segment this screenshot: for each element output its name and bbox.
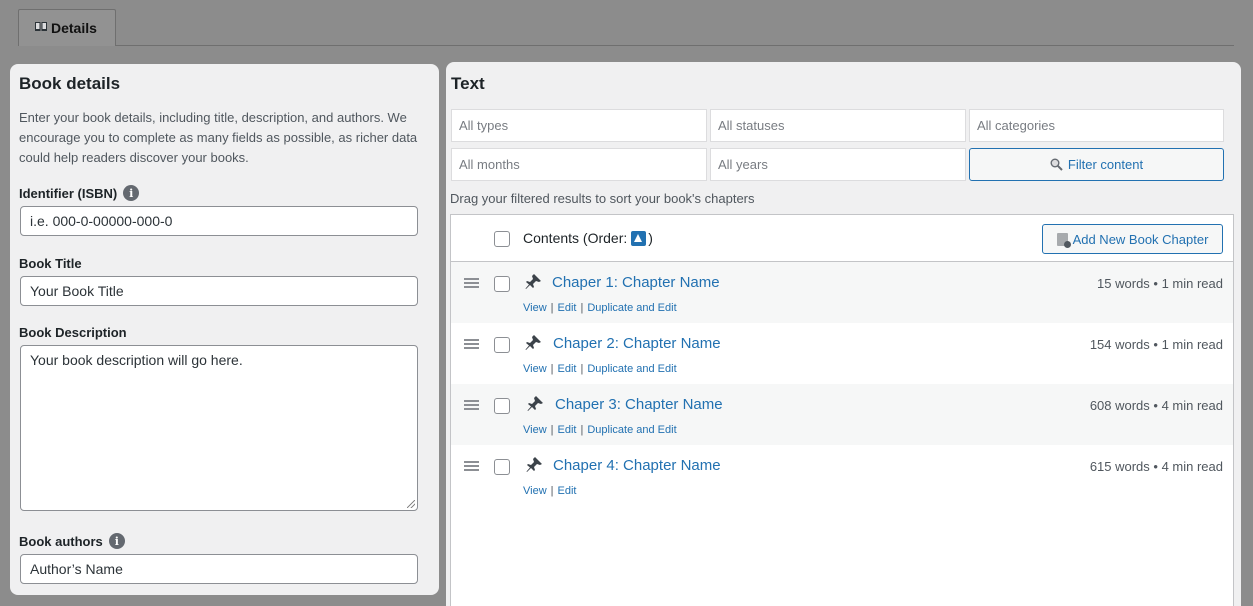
- list-header: Contents (Order: ) Add New Book Chapter: [451, 215, 1233, 262]
- book-description-label: Book Description: [19, 325, 127, 340]
- row-actions: View | Edit | Duplicate and Edit: [523, 302, 677, 314]
- duplicate-edit-link[interactable]: Duplicate and Edit: [587, 424, 676, 436]
- row-actions: View | Edit | Duplicate and Edit: [523, 363, 677, 375]
- edit-link[interactable]: Edit: [558, 363, 577, 375]
- book-title-input[interactable]: Your Book Title: [20, 276, 418, 306]
- select-all-checkbox[interactable]: [494, 231, 510, 247]
- book-details-intro: Enter your book details, including title…: [19, 110, 418, 165]
- table-row[interactable]: Chaper 4: Chapter Name View | Edit 615 wo…: [451, 445, 1233, 506]
- filter-categories-select[interactable]: All categories: [969, 109, 1224, 142]
- tab-details[interactable]: Details: [18, 9, 116, 46]
- pin-icon: [525, 335, 541, 350]
- drag-handle-icon[interactable]: [464, 278, 479, 289]
- book-authors-input[interactable]: Author’s Name: [20, 554, 418, 584]
- book-authors-label-text: Book authors: [19, 533, 103, 549]
- contents-header: Contents (Order: ): [523, 230, 653, 246]
- duplicate-edit-link[interactable]: Duplicate and Edit: [587, 363, 676, 375]
- drag-handle-icon[interactable]: [464, 461, 479, 472]
- chapter-title-link[interactable]: Chaper 4: Chapter Name: [553, 457, 721, 474]
- book-title-label: Book Title: [19, 256, 82, 271]
- info-icon[interactable]: i: [108, 533, 125, 549]
- search-icon: [1050, 158, 1063, 171]
- chapter-title-link[interactable]: Chaper 3: Chapter Name: [555, 396, 723, 413]
- separator: |: [550, 363, 554, 375]
- tab-bar: Details: [18, 9, 1234, 46]
- text-heading: Text: [451, 74, 485, 93]
- book-details-panel: Book details Enter your book details, in…: [10, 64, 439, 595]
- book-details-heading: Book details: [19, 74, 121, 93]
- separator: |: [550, 424, 554, 436]
- chapter-meta: 615 words • 4 min read: [1089, 459, 1223, 474]
- separator: |: [580, 363, 584, 375]
- contents-label-suffix: ): [648, 230, 653, 246]
- book-icon: [35, 21, 47, 31]
- table-row[interactable]: Chaper 2: Chapter Name View | Edit | Dupli…: [451, 323, 1233, 384]
- drag-hint: Drag your filtered results to sort your …: [450, 191, 755, 206]
- view-link[interactable]: View: [523, 424, 547, 436]
- isbn-label-text: Identifier (ISBN): [19, 185, 118, 201]
- filter-types-select[interactable]: All types: [451, 109, 707, 142]
- separator: |: [580, 302, 584, 314]
- table-row[interactable]: Chaper 1: Chapter Name View | Edit | Dupli…: [451, 262, 1233, 323]
- filter-months-select[interactable]: All months: [451, 148, 707, 181]
- contents-label: Contents (Order:: [523, 230, 628, 246]
- edit-link[interactable]: Edit: [558, 424, 577, 436]
- filter-content-label: Filter content: [1067, 157, 1144, 172]
- chapter-title-link[interactable]: Chaper 2: Chapter Name: [553, 335, 721, 352]
- drag-handle-icon[interactable]: [464, 400, 479, 411]
- sort-ascending-icon[interactable]: [631, 230, 647, 246]
- book-description-textarea[interactable]: Your book description will go here.: [20, 345, 418, 511]
- filter-years-select[interactable]: All years: [710, 148, 966, 181]
- view-link[interactable]: View: [523, 485, 547, 497]
- row-actions: View | Edit | Duplicate and Edit: [523, 424, 677, 436]
- text-panel: Text All types All statuses All categori…: [446, 62, 1241, 606]
- chapter-meta: 154 words • 1 min read: [1089, 337, 1223, 352]
- pin-icon: [527, 396, 543, 411]
- pin-icon: [526, 457, 542, 472]
- chapter-list: Contents (Order: ) Add New Book Chapter …: [450, 214, 1234, 606]
- book-description-text: Your book description will go here.: [30, 352, 243, 368]
- info-icon[interactable]: i: [123, 185, 140, 201]
- view-link[interactable]: View: [523, 363, 547, 375]
- resize-handle-icon[interactable]: [407, 500, 415, 508]
- add-document-icon: [1056, 232, 1071, 248]
- filter-statuses-select[interactable]: All statuses: [710, 109, 966, 142]
- chapter-meta: 15 words • 1 min read: [1097, 276, 1223, 291]
- row-checkbox[interactable]: [494, 337, 510, 353]
- row-checkbox[interactable]: [494, 276, 510, 292]
- row-checkbox[interactable]: [494, 459, 510, 475]
- tab-details-label: Details: [51, 20, 97, 36]
- isbn-input[interactable]: i.e. 000-0-00000-000-0: [20, 206, 418, 236]
- drag-handle-icon[interactable]: [464, 339, 479, 350]
- edit-link[interactable]: Edit: [558, 485, 577, 497]
- add-new-chapter-button[interactable]: Add New Book Chapter: [1042, 224, 1223, 254]
- separator: |: [550, 302, 554, 314]
- table-row[interactable]: Chaper 3: Chapter Name View | Edit | Dupli…: [451, 384, 1233, 445]
- chapter-meta: 608 words • 4 min read: [1089, 398, 1223, 413]
- add-new-chapter-label: Add New Book Chapter: [1072, 231, 1209, 247]
- edit-link[interactable]: Edit: [558, 302, 577, 314]
- duplicate-edit-link[interactable]: Duplicate and Edit: [587, 302, 676, 314]
- pin-icon: [525, 274, 541, 289]
- row-checkbox[interactable]: [494, 398, 510, 414]
- isbn-label: Identifier (ISBN) i: [19, 185, 439, 201]
- book-authors-label: Book authors i: [19, 533, 439, 549]
- row-actions: View | Edit: [523, 485, 576, 497]
- view-link[interactable]: View: [523, 302, 547, 314]
- separator: |: [550, 485, 554, 497]
- separator: |: [580, 424, 584, 436]
- chapter-title-link[interactable]: Chaper 1: Chapter Name: [552, 274, 720, 291]
- filter-content-button[interactable]: Filter content: [969, 148, 1224, 181]
